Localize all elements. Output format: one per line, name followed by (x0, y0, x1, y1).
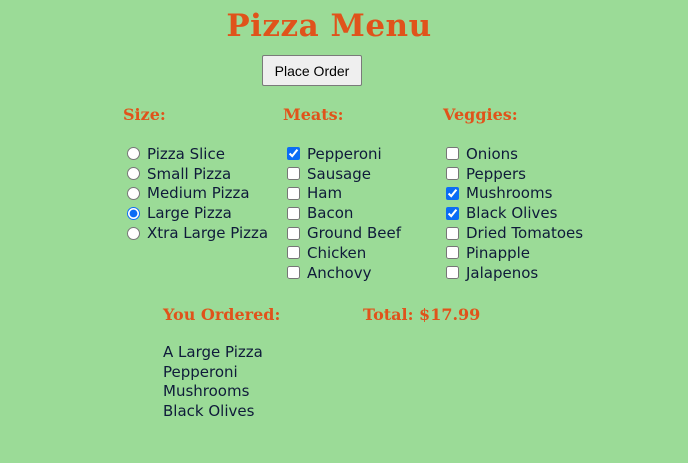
meat-checkbox[interactable] (287, 186, 300, 200)
veggie-option[interactable]: Jalapenos (446, 263, 583, 283)
size-option[interactable]: Medium Pizza (127, 184, 268, 204)
meat-option[interactable]: Ground Beef (287, 223, 401, 243)
size-heading: Size: (123, 105, 166, 124)
meat-checkbox[interactable] (287, 266, 300, 280)
size-option-label: Large Pizza (147, 204, 232, 223)
size-radio[interactable] (127, 226, 140, 240)
size-option[interactable]: Pizza Slice (127, 144, 268, 164)
veggie-option[interactable]: Pinapple (446, 243, 583, 263)
veggie-option[interactable]: Mushrooms (446, 184, 583, 204)
veggie-checkbox[interactable] (446, 266, 459, 280)
meat-option-label: Anchovy (307, 263, 372, 282)
veggie-option-label: Peppers (466, 164, 526, 183)
meat-checkbox[interactable] (287, 147, 300, 161)
size-option[interactable]: Xtra Large Pizza (127, 223, 268, 243)
you-ordered-heading: You Ordered: (163, 305, 281, 324)
veggie-option-label: Mushrooms (466, 184, 553, 203)
order-summary-line: Black Olives (163, 401, 255, 420)
meat-option[interactable]: Bacon (287, 203, 401, 223)
veggie-checkbox[interactable] (446, 167, 459, 181)
veggie-checkbox[interactable] (446, 226, 459, 240)
size-option[interactable]: Large Pizza (127, 203, 268, 223)
veggie-checkbox[interactable] (446, 246, 459, 260)
meat-option[interactable]: Ham (287, 184, 401, 204)
meat-option[interactable]: Pepperoni (287, 144, 401, 164)
size-option-label: Medium Pizza (147, 184, 250, 203)
order-summary-line: Pepperoni (163, 362, 238, 381)
meat-option-label: Bacon (307, 204, 354, 223)
order-summary-line: A Large Pizza (163, 343, 263, 361)
veggie-option-label: Dried Tomatoes (466, 224, 584, 243)
veggie-option-label: Pinapple (466, 243, 531, 262)
meat-option-label: Pepperoni (307, 144, 382, 163)
veggie-option[interactable]: Black Olives (446, 203, 583, 223)
meats-options: Pepperoni Sausage Ham Bacon Ground Beef … (287, 144, 401, 283)
meat-checkbox[interactable] (287, 206, 300, 220)
meat-checkbox[interactable] (287, 246, 300, 260)
size-radio[interactable] (127, 167, 140, 181)
order-summary: A Large Pizza Pepperoni Mushrooms Black … (163, 343, 263, 421)
veggie-option-label: Jalapenos (466, 263, 539, 282)
meat-option[interactable]: Sausage (287, 164, 401, 184)
order-summary-line: Mushrooms (163, 382, 250, 400)
page-title: Pizza Menu (226, 8, 432, 44)
place-order-button[interactable]: Place Order (262, 55, 362, 86)
veggie-checkbox[interactable] (446, 186, 459, 200)
meat-option-label: Ground Beef (307, 224, 401, 243)
size-option-label: Small Pizza (147, 164, 232, 183)
size-radio[interactable] (127, 206, 140, 220)
veggies-options: Onions Peppers Mushrooms Black Olives Dr… (446, 144, 583, 283)
veggie-option[interactable]: Peppers (446, 164, 583, 184)
size-radio[interactable] (127, 147, 140, 161)
size-option-label: Pizza Slice (147, 144, 225, 163)
veggie-checkbox[interactable] (446, 206, 459, 220)
order-total: Total: $17.99 (363, 305, 481, 324)
veggie-option-label: Onions (466, 144, 518, 163)
veggie-option[interactable]: Onions (446, 144, 583, 164)
meat-option[interactable]: Chicken (287, 243, 401, 263)
veggie-option[interactable]: Dried Tomatoes (446, 223, 583, 243)
meat-option-label: Sausage (307, 164, 371, 183)
veggie-checkbox[interactable] (446, 147, 459, 161)
veggie-option-label: Black Olives (466, 204, 558, 223)
meat-option-label: Chicken (307, 243, 367, 262)
size-option[interactable]: Small Pizza (127, 164, 268, 184)
meats-heading: Meats: (283, 105, 344, 124)
veggies-heading: Veggies: (443, 105, 518, 124)
meat-checkbox[interactable] (287, 226, 300, 240)
meat-option[interactable]: Anchovy (287, 263, 401, 283)
meat-option-label: Ham (307, 184, 343, 203)
size-option-label: Xtra Large Pizza (147, 224, 269, 243)
size-radio[interactable] (127, 186, 140, 200)
meat-checkbox[interactable] (287, 167, 300, 181)
size-options: Pizza Slice Small Pizza Medium Pizza Lar… (127, 144, 268, 243)
